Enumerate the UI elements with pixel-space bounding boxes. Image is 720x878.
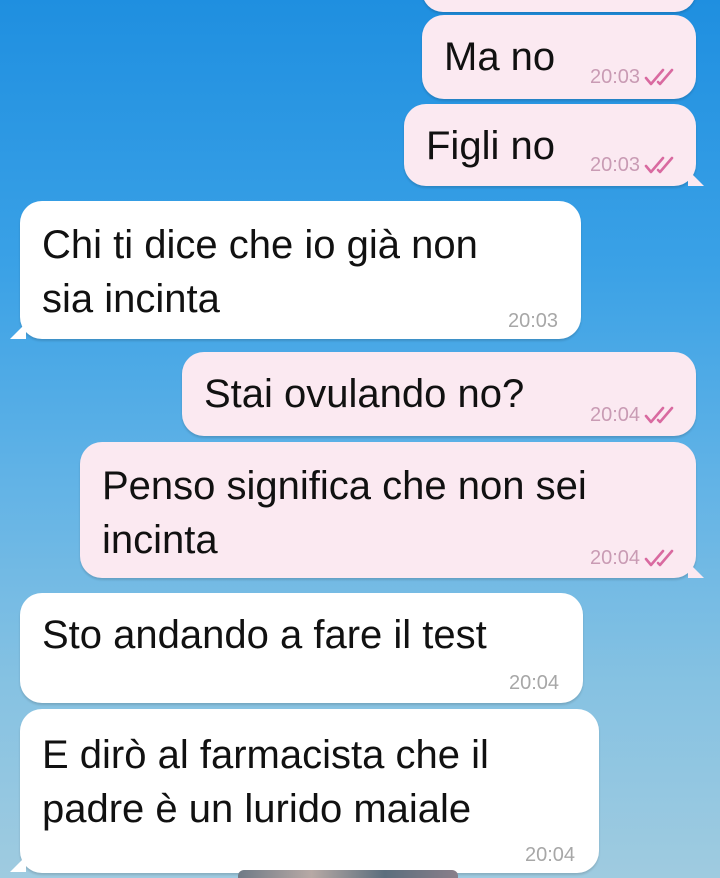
media-thumbnail-partial[interactable] bbox=[238, 870, 458, 878]
message-text: Sto andando a fare il test bbox=[42, 613, 487, 657]
double-check-icon bbox=[644, 68, 674, 86]
bubble-tail bbox=[10, 856, 26, 872]
message-timestamp: 20:03 bbox=[508, 310, 559, 332]
message-meta: 20:04 bbox=[590, 546, 678, 570]
bubble-tail bbox=[688, 170, 704, 186]
message-text-line: E dirò al farmacista che il bbox=[42, 733, 489, 777]
message-bubble-outgoing[interactable]: Penso significa che non sei incinta 20:0… bbox=[80, 442, 704, 578]
message-bubble-previous[interactable] bbox=[422, 0, 696, 12]
message-meta: 20:03 bbox=[590, 153, 678, 177]
message-text-line: Penso significa che non sei bbox=[102, 464, 587, 508]
message-timestamp: 20:04 bbox=[509, 672, 560, 694]
double-check-icon bbox=[644, 406, 674, 424]
message-bubble-incoming[interactable]: Chi ti dice che io già non sia incinta 2… bbox=[10, 201, 581, 339]
message-text-line: Chi ti dice che io già non bbox=[42, 223, 478, 267]
bubble-tail bbox=[688, 562, 704, 578]
double-check-icon bbox=[644, 549, 674, 567]
message-text-line: sia incinta bbox=[42, 277, 220, 321]
message-meta: 20:03 bbox=[508, 309, 558, 333]
message-text: Figli no bbox=[426, 124, 555, 168]
message-text-line: padre è un lurido maiale bbox=[42, 787, 472, 831]
double-check-icon bbox=[644, 156, 674, 174]
message-text-line: incinta bbox=[102, 518, 218, 562]
message-bubble-incoming[interactable]: E dirò al farmacista che il padre è un l… bbox=[10, 709, 599, 873]
bubble-tail bbox=[10, 323, 26, 339]
message-meta: 20:04 bbox=[590, 403, 678, 427]
message-text: Stai ovulando no? bbox=[204, 372, 525, 416]
message-bubble-outgoing[interactable]: Figli no 20:03 bbox=[404, 104, 704, 186]
message-timestamp: 20:04 bbox=[590, 547, 641, 569]
message-timestamp: 20:03 bbox=[590, 154, 641, 176]
message-timestamp: 20:03 bbox=[590, 66, 641, 88]
message-bubble-incoming[interactable]: Sto andando a fare il test 20:04 bbox=[20, 593, 583, 703]
message-timestamp: 20:04 bbox=[590, 404, 641, 426]
message-meta: 20:03 bbox=[590, 65, 678, 89]
message-meta: 20:04 bbox=[525, 843, 575, 867]
message-timestamp: 20:04 bbox=[525, 844, 576, 866]
chat-message-list[interactable]: Ma no 20:03 Figli no 20:03 Chi ti dice c… bbox=[0, 0, 720, 878]
message-bubble-outgoing[interactable]: Stai ovulando no? 20:04 bbox=[182, 352, 696, 436]
message-meta: 20:04 bbox=[509, 671, 559, 695]
message-bubble-outgoing[interactable]: Ma no 20:03 bbox=[422, 15, 696, 99]
message-text: Ma no bbox=[444, 35, 556, 79]
